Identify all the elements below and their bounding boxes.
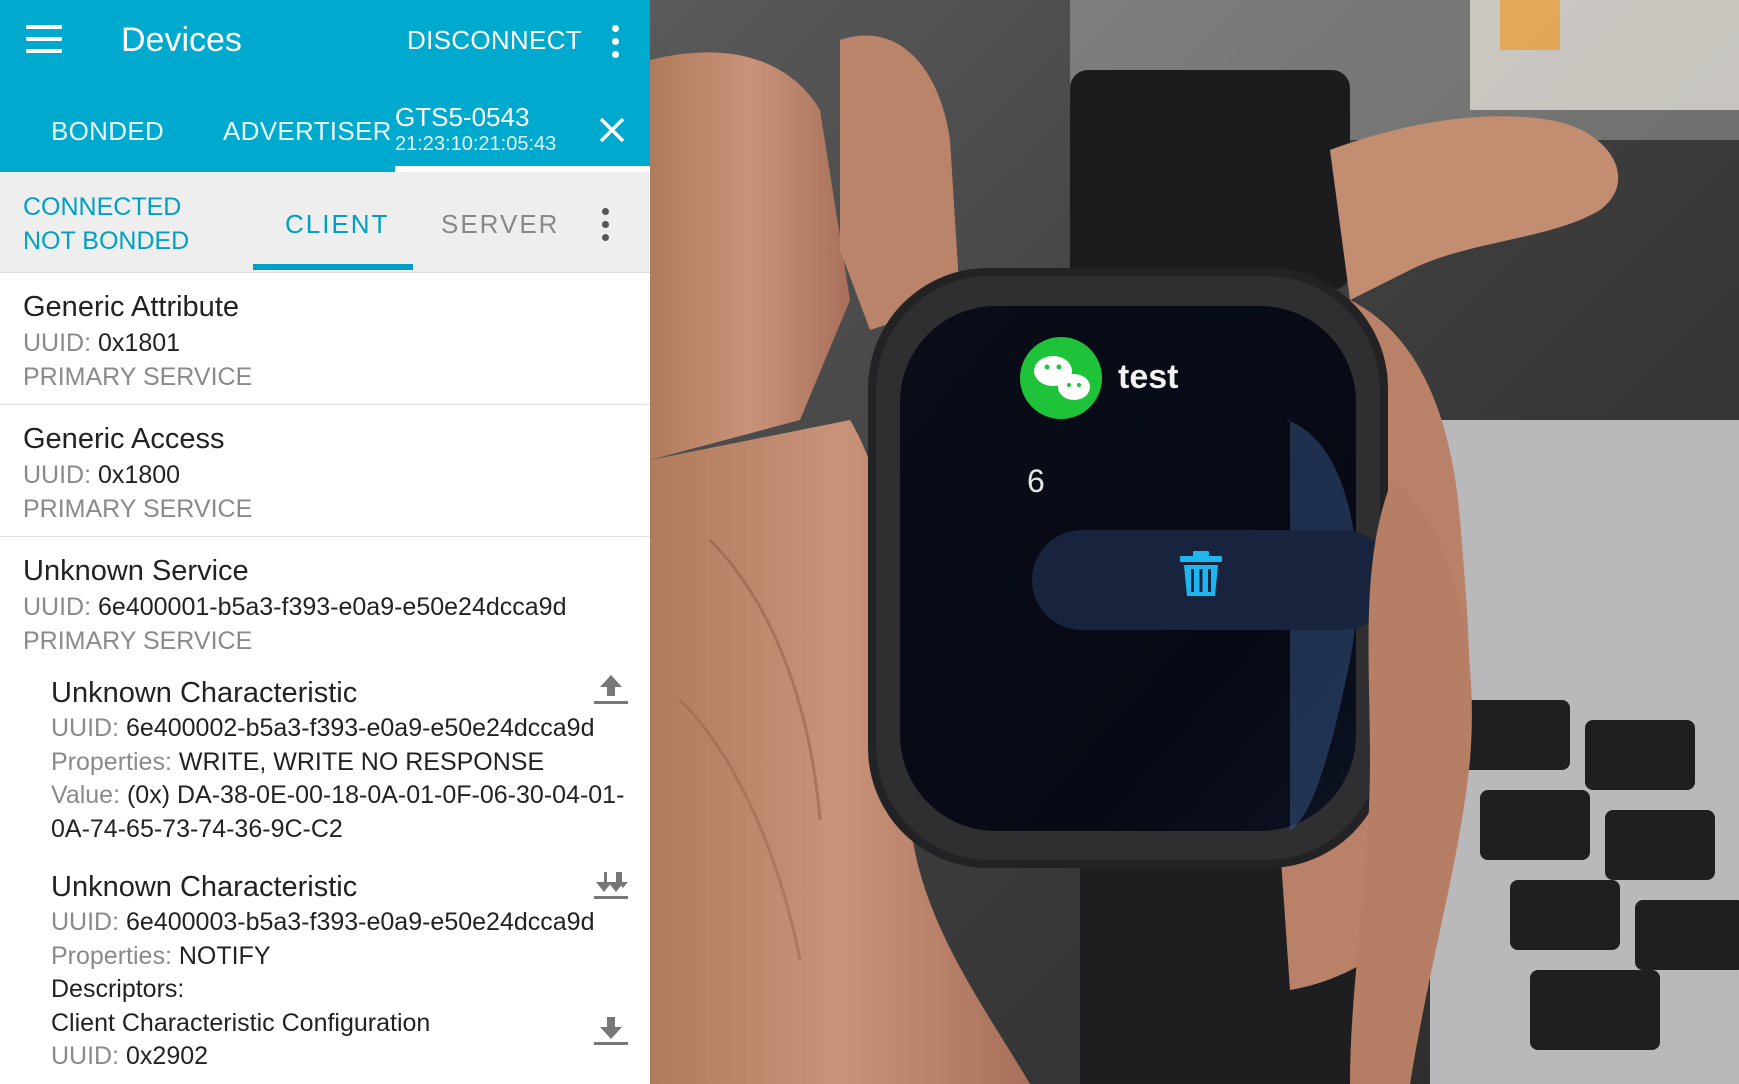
ble-app-panel: Devices DISCONNECT BONDED ADVERTISER GTS… [0, 0, 650, 1084]
service-name: Generic Access [23, 423, 225, 455]
characteristic-item[interactable]: Unknown Characteristic UUID: 6e400002-b5… [51, 658, 650, 846]
characteristic-uuid: 6e400003-b5a3-f393-e0a9-e50e24dcca9d [126, 908, 595, 936]
wechat-icon [1020, 337, 1102, 419]
characteristic-list: Unknown Characteristic UUID: 6e400002-b5… [0, 658, 650, 1074]
characteristic-uuid: 6e400002-b5a3-f393-e0a9-e50e24dcca9d [126, 714, 595, 742]
notify-icon[interactable] [592, 868, 630, 902]
service-item[interactable]: Unknown Service UUID: 6e400001-b5a3-f393… [0, 537, 650, 1084]
characteristic-value: (0x) DA-38-0E-00-18-0A-01-0F-06-30-04-01… [51, 781, 625, 843]
service-type: PRIMARY SERVICE [23, 627, 253, 655]
service-name: Generic Attribute [23, 291, 239, 323]
uuid-label: UUID: [23, 593, 92, 621]
overflow-menu-icon[interactable] [610, 25, 620, 64]
uuid-label: UUID: [51, 908, 120, 936]
characteristic-properties: NOTIFY [178, 941, 271, 970]
descriptor-item[interactable]: Client Characteristic Configuration UUID… [51, 1007, 650, 1074]
uuid-label: UUID: [51, 1042, 120, 1070]
properties-label: Properties: [51, 941, 172, 970]
characteristic-name: Unknown Characteristic [51, 677, 358, 709]
status-connected: CONNECTED [23, 193, 182, 221]
descriptor-name: Client Characteristic Configuration [51, 1008, 431, 1037]
service-uuid: 0x1800 [98, 461, 181, 489]
client-overflow-menu-icon[interactable] [600, 208, 610, 247]
page-title: Devices [121, 21, 242, 59]
characteristic-name: Unknown Characteristic [51, 871, 358, 903]
status-bond: NOT BONDED [23, 227, 190, 255]
tab-client[interactable]: CLIENT [285, 206, 389, 242]
service-type: PRIMARY SERVICE [23, 363, 253, 391]
close-tab-icon[interactable] [598, 116, 626, 144]
tab-server[interactable]: SERVER [441, 206, 559, 242]
client-tab-indicator [253, 264, 413, 270]
service-item[interactable]: Generic Access UUID: 0x1800 PRIMARY SERV… [0, 405, 650, 537]
download-icon[interactable] [592, 1013, 630, 1047]
uuid-label: UUID: [23, 461, 92, 489]
service-name: Unknown Service [23, 555, 249, 587]
descriptors-heading: Descriptors: [51, 975, 185, 1003]
service-item[interactable]: Generic Attribute UUID: 0x1801 PRIMARY S… [0, 273, 650, 405]
tab-advertiser[interactable]: ADVERTISER [223, 113, 392, 149]
characteristic-item[interactable]: Unknown Characteristic UUID: 6e400003-b5… [51, 846, 650, 1074]
value-label: Value: [51, 781, 121, 809]
hamburger-menu-icon[interactable] [26, 25, 62, 53]
device-address: 21:23:10:21:05:43 [395, 133, 557, 155]
device-name: GTS5-0543 [395, 102, 530, 132]
watch-notification-title: test [1118, 358, 1178, 396]
smartwatch-photo: test 6 [650, 0, 1739, 1084]
uuid-label: UUID: [51, 714, 120, 742]
properties-label: Properties: [51, 747, 172, 776]
uuid-label: UUID: [23, 329, 92, 357]
connection-bar: CONNECTED NOT BONDED CLIENT SERVER [0, 172, 650, 273]
app-bar: Devices DISCONNECT BONDED ADVERTISER GTS… [0, 0, 650, 172]
service-uuid: 0x1801 [98, 329, 181, 357]
upload-icon[interactable] [592, 672, 630, 706]
disconnect-button[interactable]: DISCONNECT [407, 22, 582, 58]
descriptor-uuid: 0x2902 [126, 1042, 209, 1070]
watch-notification-message: 6 [1027, 463, 1045, 499]
service-uuid: 6e400001-b5a3-f393-e0a9-e50e24dcca9d [98, 593, 567, 621]
tab-bonded[interactable]: BONDED [51, 113, 164, 149]
service-list: Generic Attribute UUID: 0x1801 PRIMARY S… [0, 273, 650, 1084]
tab-device[interactable]: GTS5-0543 21:23:10:21:05:43 [395, 102, 595, 156]
connection-status: CONNECTED NOT BONDED [23, 190, 189, 258]
characteristic-properties: WRITE, WRITE NO RESPONSE [178, 747, 545, 776]
service-type: PRIMARY SERVICE [23, 495, 253, 523]
